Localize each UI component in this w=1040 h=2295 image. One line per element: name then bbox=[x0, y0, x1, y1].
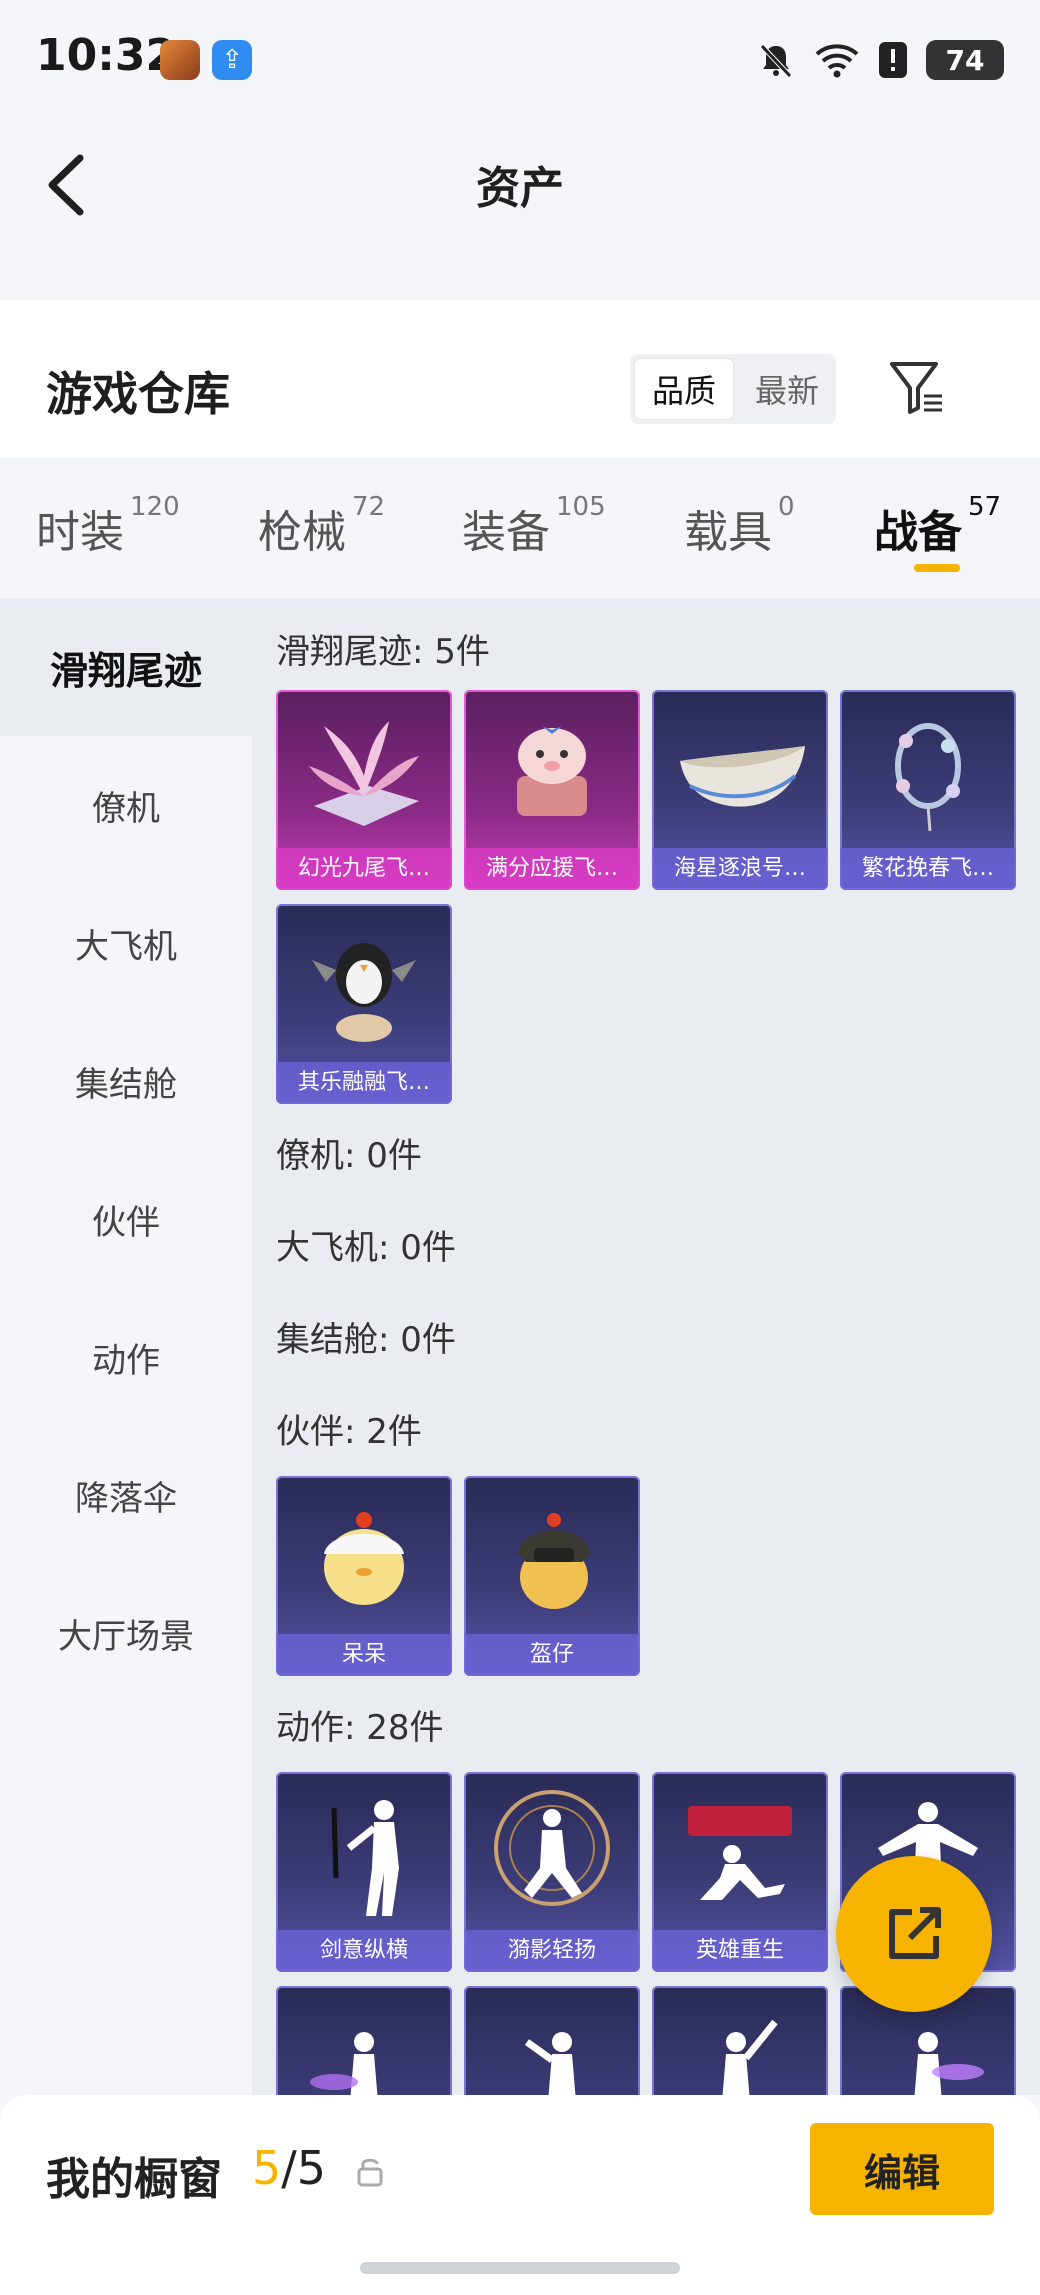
item-name: 满分应援飞… bbox=[464, 848, 640, 890]
warehouse-header: 游戏仓库 品质 最新 bbox=[0, 300, 1040, 458]
item-art bbox=[688, 1806, 792, 1900]
sidebar-item-big-plane[interactable]: 大飞机 bbox=[0, 874, 252, 1012]
item-name: 繁花挽春飞… bbox=[840, 848, 1016, 890]
item-name: 剑意纵横 bbox=[276, 1930, 452, 1972]
item-art bbox=[309, 721, 419, 826]
tab-count: 72 bbox=[352, 492, 386, 522]
section-title-big-plane: 大飞机: 0件 bbox=[276, 1228, 456, 1268]
filter-icon[interactable] bbox=[888, 358, 946, 418]
status-time: 10:32 bbox=[36, 30, 177, 81]
tab-label: 枪械 bbox=[258, 507, 346, 558]
item-name: 盔仔 bbox=[464, 1634, 640, 1676]
sidebar-item-emote[interactable]: 动作 bbox=[0, 1288, 252, 1426]
sidebar-item-pod[interactable]: 集结舱 bbox=[0, 1012, 252, 1150]
item-name: 漪影轻扬 bbox=[464, 1930, 640, 1972]
sort-toggle: 品质 最新 bbox=[630, 354, 836, 424]
page-title: 资产 bbox=[476, 163, 564, 214]
section-title-wingman: 僚机: 0件 bbox=[276, 1136, 422, 1176]
home-indicator[interactable] bbox=[360, 2262, 680, 2274]
edit-button[interactable]: 编辑 bbox=[810, 2123, 994, 2215]
item-card[interactable]: 繁花挽春飞… bbox=[840, 690, 1016, 890]
item-name: 呆呆 bbox=[276, 1634, 452, 1676]
item-art bbox=[722, 2019, 778, 2095]
showcase-current: 5 bbox=[252, 2141, 282, 2195]
item-art bbox=[895, 723, 961, 832]
item-name: 其乐融融飞… bbox=[276, 1062, 452, 1104]
tab-readiness[interactable]: 战备 57 bbox=[874, 492, 1001, 560]
tab-label: 装备 bbox=[462, 507, 550, 558]
item-card[interactable]: 漪影轻扬 bbox=[464, 1772, 640, 1972]
share-icon bbox=[889, 1907, 941, 1959]
sidebar-item-glide-trail[interactable]: 滑翔尾迹 bbox=[0, 598, 252, 736]
tab-label: 载具 bbox=[684, 507, 772, 558]
game-app-icon bbox=[160, 40, 200, 80]
item-name: 海星逐浪号… bbox=[652, 848, 828, 890]
section-title-partner: 伙伴: 2件 bbox=[276, 1412, 422, 1452]
item-art bbox=[517, 726, 587, 816]
showcase-count: 5/5 bbox=[252, 2141, 326, 2195]
sort-latest-button[interactable]: 最新 bbox=[738, 354, 836, 424]
item-art bbox=[914, 2032, 984, 2095]
warehouse-title: 游戏仓库 bbox=[46, 367, 230, 421]
showcase-total: /5 bbox=[281, 2141, 327, 2195]
tab-vehicles[interactable]: 载具 0 bbox=[684, 492, 795, 560]
item-card[interactable]: 英雄重生 bbox=[652, 1772, 828, 1972]
item-art bbox=[312, 943, 416, 1042]
item-art bbox=[310, 2032, 378, 2095]
item-name: 幻光九尾飞… bbox=[276, 848, 452, 890]
status-bar: 10:32 ⇪ 74 bbox=[0, 0, 1040, 120]
item-card[interactable]: 呆呆 bbox=[276, 1476, 452, 1676]
item-art bbox=[331, 1800, 399, 1916]
tab-weapons[interactable]: 枪械 72 bbox=[258, 492, 385, 560]
item-card[interactable]: 海星逐浪号… bbox=[652, 690, 828, 890]
section-title-emote: 动作: 28件 bbox=[276, 1708, 444, 1748]
section-title-glide: 滑翔尾迹: 5件 bbox=[276, 632, 490, 672]
item-art bbox=[494, 1790, 610, 1906]
share-button[interactable] bbox=[836, 1856, 992, 2012]
sidebar-item-parachute[interactable]: 降落伞 bbox=[0, 1426, 252, 1564]
item-card[interactable]: 剑意纵横 bbox=[276, 1772, 452, 1972]
tab-count: 57 bbox=[968, 492, 1002, 522]
wifi-icon bbox=[815, 44, 859, 78]
item-art bbox=[324, 1512, 404, 1605]
tab-count: 105 bbox=[556, 492, 606, 522]
item-name: 英雄重生 bbox=[652, 1930, 828, 1972]
item-card[interactable] bbox=[464, 1986, 640, 2095]
active-tab-indicator bbox=[914, 564, 960, 572]
tab-count: 120 bbox=[130, 492, 180, 522]
category-tabs: 时装 120 枪械 72 装备 105 载具 0 战备 57 bbox=[0, 458, 1040, 598]
showcase-title: 我的橱窗 bbox=[46, 2154, 222, 2205]
sidebar-item-wingman[interactable]: 僚机 bbox=[0, 736, 252, 874]
item-art bbox=[524, 2032, 576, 2095]
mute-bell-icon bbox=[760, 44, 792, 78]
sidebar: 滑翔尾迹 僚机 大飞机 集结舱 伙伴 动作 降落伞 大厅场景 bbox=[0, 598, 252, 2095]
item-card[interactable]: 盔仔 bbox=[464, 1476, 640, 1676]
item-card[interactable] bbox=[276, 1986, 452, 2095]
sort-quality-button[interactable]: 品质 bbox=[634, 358, 734, 420]
item-card[interactable]: 幻光九尾飞… bbox=[276, 690, 452, 890]
battery-indicator: 74 bbox=[926, 40, 1004, 80]
item-art bbox=[680, 746, 805, 807]
item-card[interactable] bbox=[652, 1986, 828, 2095]
alert-icon bbox=[879, 42, 907, 78]
item-card[interactable]: 满分应援飞… bbox=[464, 690, 640, 890]
tab-count: 0 bbox=[778, 492, 795, 522]
item-card[interactable]: 其乐融融飞… bbox=[276, 904, 452, 1104]
sidebar-item-partner[interactable]: 伙伴 bbox=[0, 1150, 252, 1288]
sidebar-item-lobby-scene[interactable]: 大厅场景 bbox=[0, 1564, 252, 1702]
section-title-pod: 集结舱: 0件 bbox=[276, 1320, 456, 1360]
tab-label: 时装 bbox=[36, 507, 124, 558]
tab-label: 战备 bbox=[874, 507, 962, 558]
item-art bbox=[518, 1513, 590, 1609]
lock-icon bbox=[357, 2158, 383, 2187]
tab-fashion[interactable]: 时装 120 bbox=[36, 492, 180, 560]
tab-equipment[interactable]: 装备 105 bbox=[462, 492, 606, 560]
upload-app-icon: ⇪ bbox=[212, 40, 252, 80]
